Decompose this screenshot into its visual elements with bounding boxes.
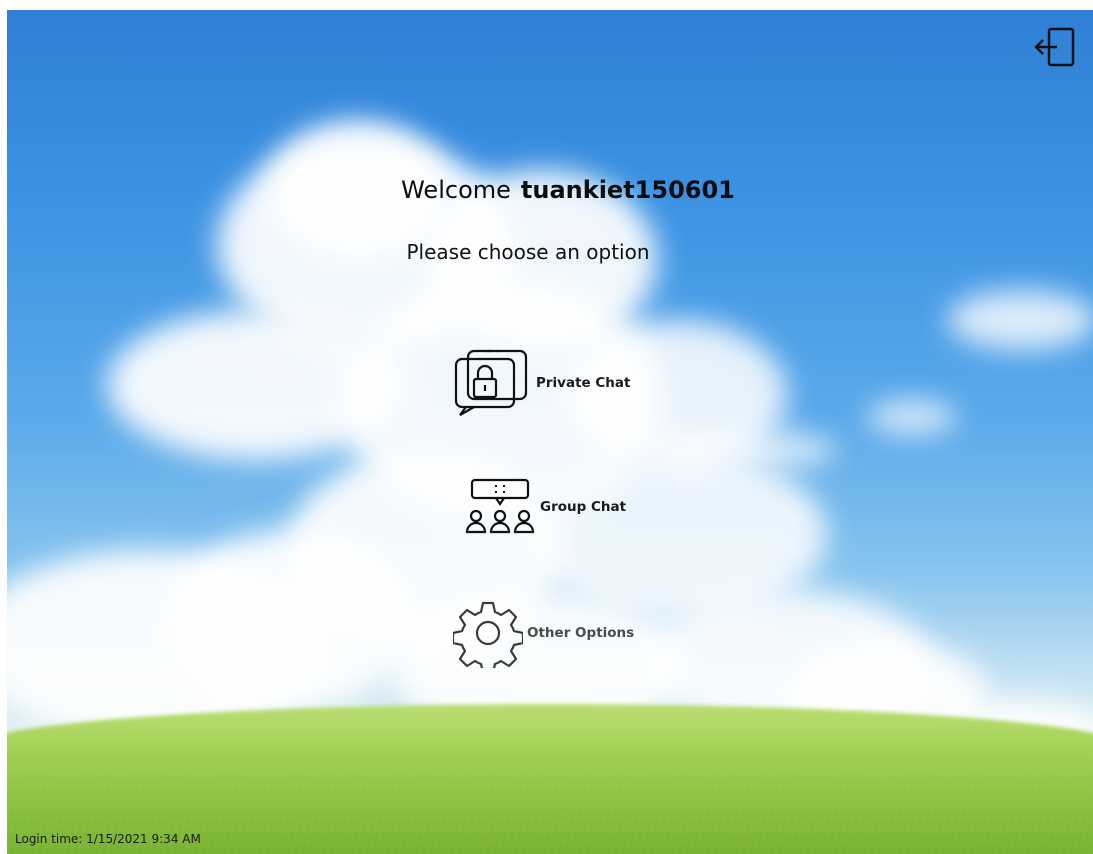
sky-background — [7, 10, 1093, 854]
logout-icon — [1034, 27, 1075, 67]
private-chat-label: Private Chat — [536, 375, 631, 391]
group-chat-label: Group Chat — [540, 499, 627, 515]
subtitle: Please choose an option — [406, 240, 650, 264]
group-chat-icon — [465, 478, 535, 534]
username: tuankiet150601 — [520, 176, 735, 204]
welcome-prefix: Welcome — [401, 176, 511, 204]
private-chat-lock-icon — [454, 349, 528, 416]
main-window: Welcome tuankiet150601 Please choose an o… — [7, 10, 1093, 854]
other-options-button[interactable]: Other Options — [453, 598, 634, 668]
logout-button[interactable] — [1033, 24, 1079, 70]
login-time: Login time: 1/15/2021 9:34 AM — [15, 832, 201, 846]
welcome-heading: Welcome tuankiet150601 — [25, 176, 1093, 204]
private-chat-button[interactable]: Private Chat — [452, 347, 630, 419]
gear-icon — [453, 601, 523, 668]
other-options-label: Other Options — [527, 625, 635, 641]
group-chat-button[interactable]: Group Chat — [462, 476, 626, 538]
